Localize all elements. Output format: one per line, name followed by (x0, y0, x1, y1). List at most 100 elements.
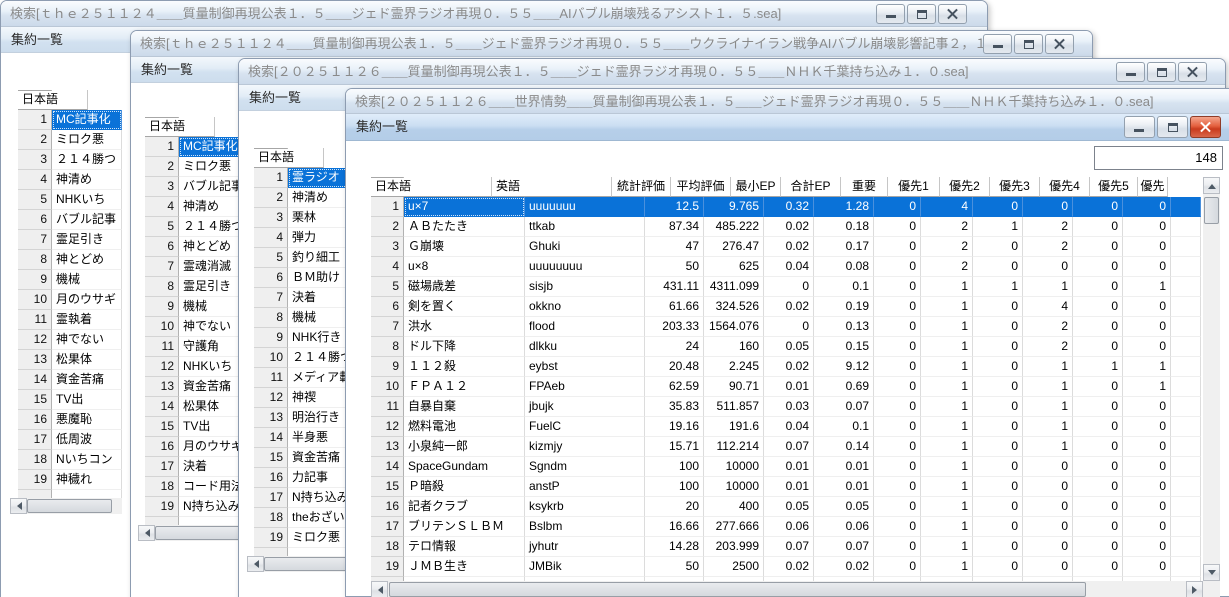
table-row[interactable]: 2 ＡＢたたき ttkab 87.34 485.222 0.02 0.18 0 2 1 2 0 0 (371, 217, 1203, 237)
scroll-left-button[interactable] (138, 525, 155, 541)
count-field[interactable]: 148 (1094, 146, 1223, 170)
column-header[interactable]: 統計評価 (612, 177, 671, 197)
close-button[interactable] (1190, 116, 1221, 138)
maximize-button[interactable] (1147, 62, 1176, 82)
table-row[interactable]: 7 洪水 flood 203.33 1564.076 0 0.13 0 1 0 2 0 0 (371, 317, 1203, 337)
list-item[interactable]: 14 松果体 (145, 397, 251, 417)
list-item[interactable]: 4 神清め (145, 197, 251, 217)
table-row[interactable]: 15 Ｐ暗殺 anstP 100 10000 0.01 0.01 0 1 0 0 0 0 (371, 477, 1203, 497)
table-row[interactable]: 5 磁場歳差 sisjb 431.11 4311.099 0 0.1 0 1 1 1 0 1 (371, 277, 1203, 297)
list-item[interactable]: 12 NHKいち (145, 357, 251, 377)
list-item[interactable]: 6 バブル記事 (18, 210, 124, 230)
list-item[interactable]: 10 月のウサギ (18, 290, 124, 310)
horizontal-scrollbar[interactable] (10, 498, 122, 514)
list-item[interactable]: 17 決着 (145, 457, 251, 477)
scroll-left-button[interactable] (10, 498, 27, 514)
maximize-button[interactable] (907, 4, 936, 24)
horizontal-scrollbar[interactable] (247, 556, 359, 572)
scrollbar-thumb[interactable] (155, 526, 240, 540)
list-item[interactable]: 2 ミロク悪 (145, 157, 251, 177)
table-row[interactable]: 4 u×8 uuuuuuuu 50 625 0.04 0.08 0 2 0 0 0 0 (371, 257, 1203, 277)
list-item[interactable]: 3 バブル記事 (145, 177, 251, 197)
table-row[interactable]: 18 テロ情報 jyhutr 14.28 203.999 0.07 0.07 0 1 0 0 0 0 (371, 537, 1203, 557)
list-item[interactable]: 1 MC記事化 (18, 110, 124, 130)
column-header[interactable]: 日本語 (371, 177, 492, 197)
column-header[interactable]: 優先3 (990, 177, 1040, 197)
list-item[interactable]: 11 霊執着 (18, 310, 124, 330)
scroll-right-button[interactable] (1186, 581, 1203, 597)
table-row[interactable]: 19 ＪＭＢ生き JMBik 50 2500 0.02 0.02 0 1 0 0 0 0 (371, 557, 1203, 577)
list-item[interactable]: 9 機械 (145, 297, 251, 317)
list-item[interactable]: 19 N持ち込み (145, 497, 251, 517)
window-titlebar[interactable]: 検索[２０２５１１２６＿＿世界情勢＿＿質量制御再現公表１．５＿＿ジェド霊界ラジオ… (346, 89, 1229, 114)
maximize-button[interactable] (1157, 116, 1188, 138)
column-header[interactable]: 優先2 (940, 177, 990, 197)
list-item[interactable]: 18 コード用法 (145, 477, 251, 497)
maximize-button[interactable] (1014, 34, 1043, 54)
list-item[interactable]: 1 MC記事化 (145, 137, 251, 157)
minimize-button[interactable] (1116, 62, 1145, 82)
table-row[interactable]: 10 ＦＰＡ１２ FPAeb 62.59 90.71 0.01 0.69 0 1 0 1 0 1 (371, 377, 1203, 397)
table-row[interactable]: 1 u×7 uuuuuuu 12.5 9.765 0.32 1.28 0 4 0 0 0 0 (371, 197, 1203, 217)
list-item[interactable]: 18 Nいちコン (18, 450, 124, 470)
list-item[interactable]: 8 霊足引き (145, 277, 251, 297)
column-header[interactable]: 優先1 (888, 177, 940, 197)
list-item[interactable]: 4 神清め (18, 170, 124, 190)
table-row[interactable]: 11 自暴自棄 jbujk 35.83 511.857 0.03 0.07 0 1 0 1 0 0 (371, 397, 1203, 417)
minimize-button[interactable] (983, 34, 1012, 54)
horizontal-scrollbar[interactable] (371, 581, 1203, 597)
column-header[interactable]: 合計EP (781, 177, 841, 197)
list-item[interactable]: 8 神とどめ (18, 250, 124, 270)
column-header[interactable]: 最小EP (731, 177, 781, 197)
close-button[interactable] (938, 4, 967, 24)
list-item[interactable]: 11 守護角 (145, 337, 251, 357)
window-titlebar[interactable]: 検索[２０２５１１２６＿＿質量制御再現公表１．５＿＿ジェド霊界ラジオ再現０．５５… (239, 59, 1225, 85)
column-header[interactable]: 重要 (841, 177, 888, 197)
list-item[interactable]: 9 機械 (18, 270, 124, 290)
list-item[interactable]: 16 悪魔恥 (18, 410, 124, 430)
scrollbar-thumb[interactable] (27, 499, 112, 513)
scroll-left-button[interactable] (247, 556, 264, 572)
child-window-titlebar[interactable]: 集約一覧 (346, 114, 1229, 141)
table-row[interactable]: 9 １１２殺 eybst 20.48 2.245 0.02 9.12 0 1 0 1 1 1 (371, 357, 1203, 377)
scroll-down-button[interactable] (1203, 564, 1220, 581)
scroll-left-button[interactable] (371, 581, 388, 597)
list-item[interactable]: 13 資金苦痛 (145, 377, 251, 397)
column-header[interactable]: 英語 (492, 177, 612, 197)
list-item[interactable]: 6 神とどめ (145, 237, 251, 257)
close-button[interactable] (1045, 34, 1074, 54)
list-item[interactable]: 3 ２１４勝つ (18, 150, 124, 170)
table-row[interactable]: 14 SpaceGundam Sgndm 100 10000 0.01 0.01 0 1 0 0 0 0 (371, 457, 1203, 477)
list-item[interactable]: 2 ミロク悪 (18, 130, 124, 150)
table-row[interactable]: 12 燃料電池 FuelC 19.16 191.6 0.04 0.1 0 1 0 1 0 0 (371, 417, 1203, 437)
list-item[interactable]: 10 神でない (145, 317, 251, 337)
table-row[interactable]: 13 小泉純一郎 kizmjy 15.71 112.214 0.07 0.14 0 1 0 1 0 0 (371, 437, 1203, 457)
table-row[interactable]: 8 ドル下降 dlkku 24 160 0.05 0.15 0 1 0 2 0 0 (371, 337, 1203, 357)
window-titlebar[interactable]: 検索[ｔｈｅ２５１１２４＿＿質量制御再現公表１．５＿＿ジェド霊界ラジオ再現０．５… (131, 31, 1092, 57)
list-item[interactable]: 5 ２１４勝つ (145, 217, 251, 237)
table-row[interactable]: 16 記者クラブ ksykrb 20 400 0.05 0.05 0 1 0 0 0 0 (371, 497, 1203, 517)
list-item[interactable]: 17 低周波 (18, 430, 124, 450)
table-row[interactable]: 17 ブリテンＳＬＢＭ Bslbm 16.66 277.666 0.06 0.06 0 1 0 0 0… (371, 517, 1203, 537)
scrollbar-thumb[interactable] (264, 557, 349, 571)
list-item[interactable]: 15 TV出 (18, 390, 124, 410)
column-header[interactable]: 優先 (1138, 177, 1168, 197)
list-item[interactable]: 5 NHKいち (18, 190, 124, 210)
list-item[interactable]: 13 松果体 (18, 350, 124, 370)
column-header[interactable]: 優先4 (1040, 177, 1090, 197)
minimize-button[interactable] (876, 4, 905, 24)
list-item[interactable]: 7 霊足引き (18, 230, 124, 250)
column-header[interactable]: 平均評価 (671, 177, 731, 197)
horizontal-scrollbar[interactable] (138, 525, 250, 541)
list-item[interactable]: 14 資金苦痛 (18, 370, 124, 390)
table-row[interactable]: 6 剣を置く okkno 61.66 324.526 0.02 0.19 0 1 0 4 0 0 (371, 297, 1203, 317)
column-header[interactable]: 日本語 (145, 117, 215, 137)
window-titlebar[interactable]: 検索[ｔｈｅ２５１１２４＿＿質量制御再現公表１．５＿＿ジェド霊界ラジオ再現０．５… (1, 1, 987, 27)
list-item[interactable]: 12 神でない (18, 330, 124, 350)
list-item[interactable]: 7 霊魂消滅 (145, 257, 251, 277)
column-header[interactable]: 優先5 (1090, 177, 1138, 197)
scroll-up-button[interactable] (1203, 177, 1220, 194)
list-item[interactable]: 19 神穢れ (18, 470, 124, 490)
scrollbar-thumb[interactable] (389, 582, 1086, 597)
minimize-button[interactable] (1124, 116, 1155, 138)
